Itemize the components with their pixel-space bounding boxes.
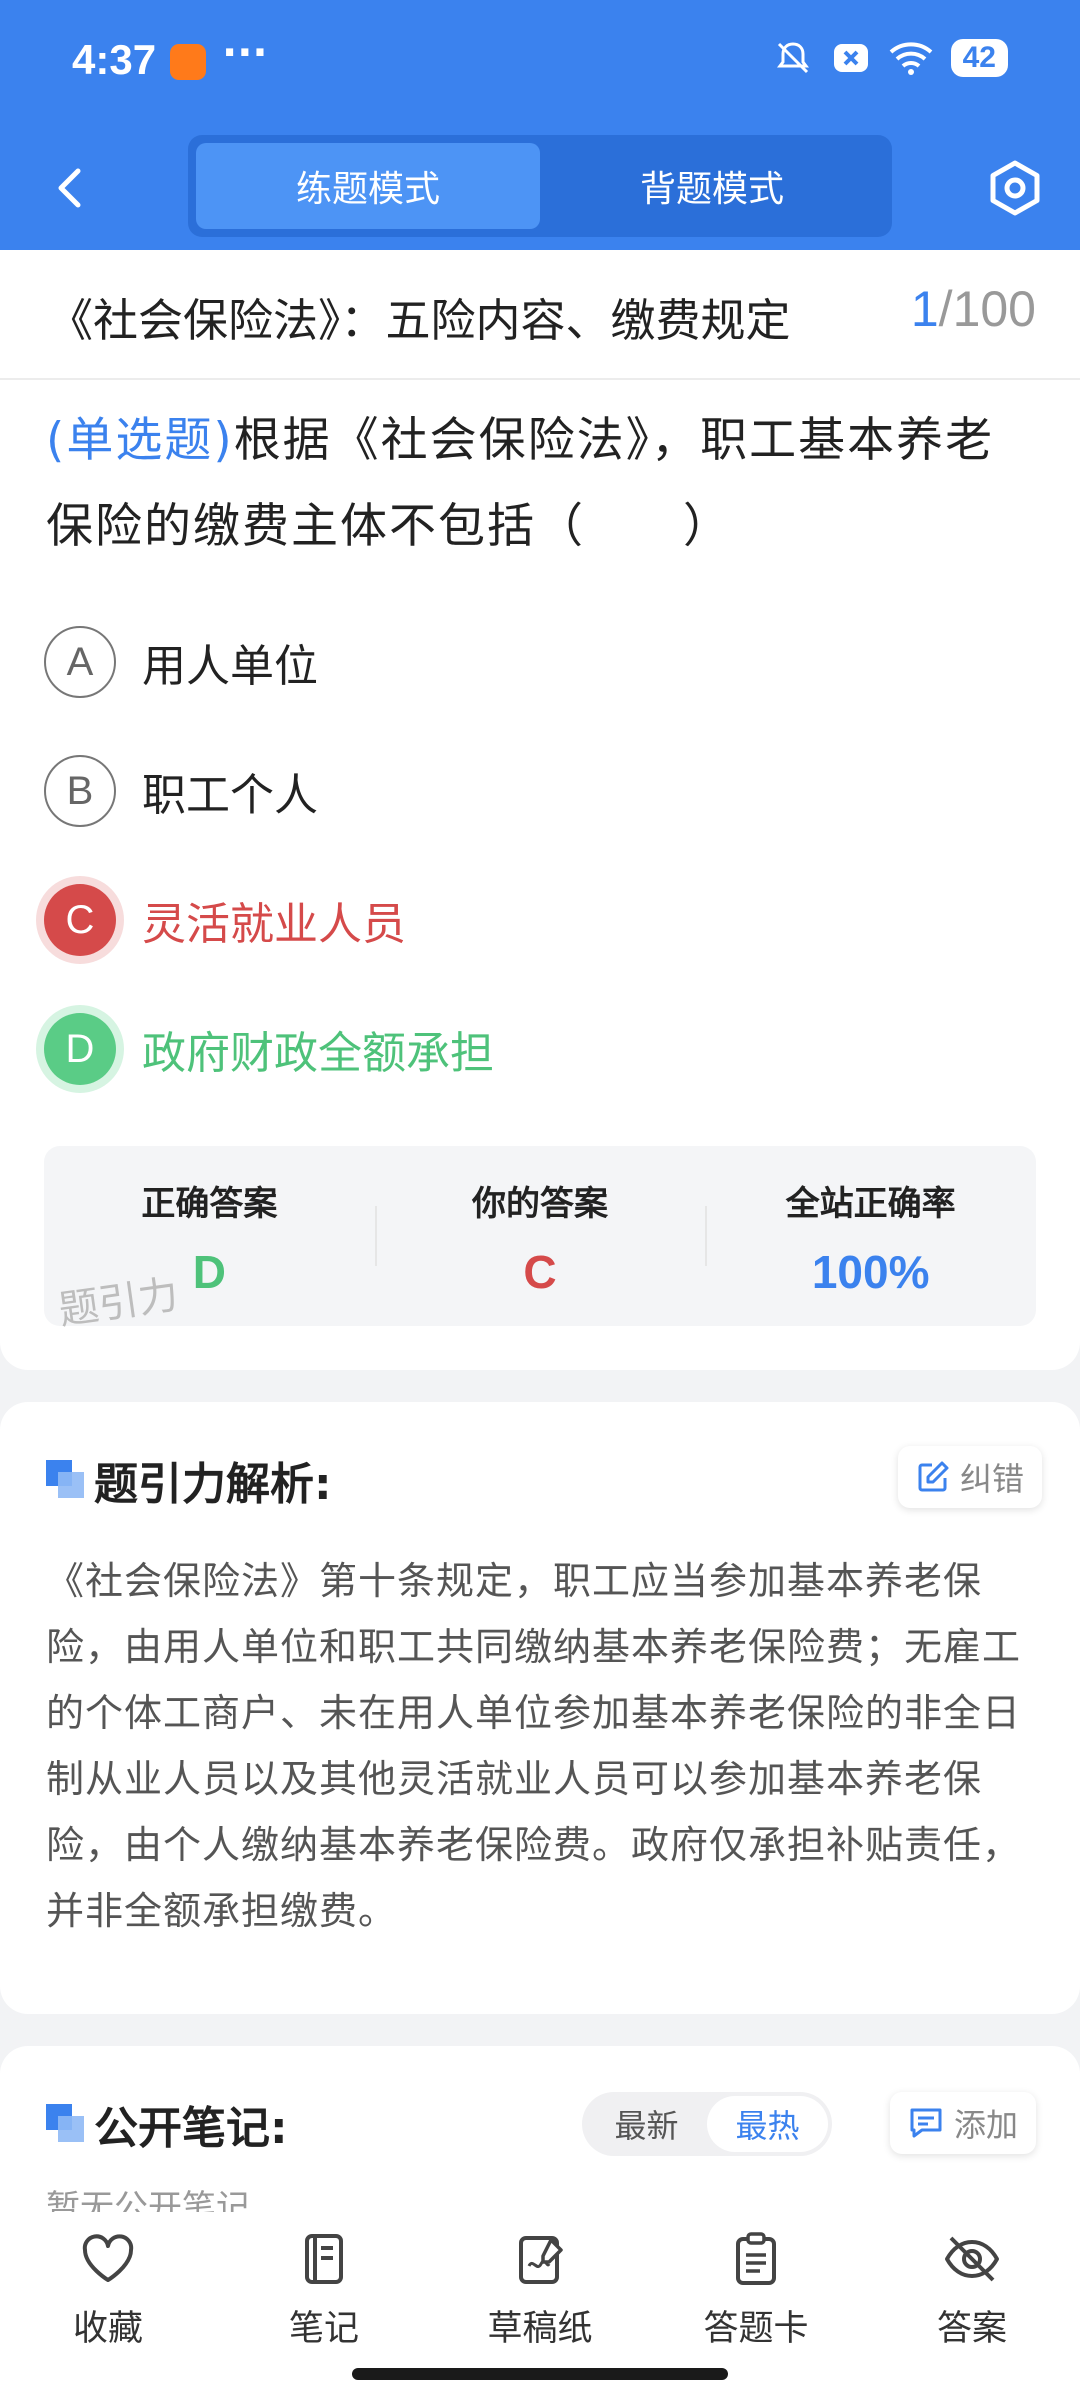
section-icon	[46, 2104, 84, 2142]
comment-icon	[910, 2108, 942, 2138]
question-text: (单选题)根据《社会保险法》，职工基本养老保险的缴费主体不包括（ ）	[46, 398, 1036, 570]
report-error-label: 纠错	[960, 1460, 1025, 1498]
your-answer-value: C	[523, 1246, 557, 1298]
site-accuracy-value: 100%	[811, 1246, 930, 1298]
chapter-title: 《社会保险法》：五险内容、缴费规定	[48, 294, 791, 347]
analysis-text: 《社会保险法》第十条规定，职工应当参加基本养老保险，由用人单位和职工共同缴纳基本…	[46, 1559, 1022, 1933]
option-text: 用人单位	[142, 641, 318, 692]
tab-notes-label: 笔记	[288, 2309, 359, 2349]
option-text: 灵活就业人员	[142, 899, 406, 950]
status-icons: 42	[773, 38, 1008, 78]
tab-notes[interactable]: 笔记	[244, 2230, 404, 2351]
option-letter: B	[44, 755, 116, 827]
your-answer: 你的答案 C	[374, 1146, 706, 1326]
mode-switcher: 练题模式 背题模式	[188, 135, 892, 237]
report-error-button[interactable]: 纠错	[898, 1446, 1043, 1508]
tab-answer-card-label: 答题卡	[703, 2309, 809, 2349]
settings-icon[interactable]	[986, 159, 1044, 217]
eye-off-icon	[945, 2236, 999, 2282]
option-a[interactable]: A 用人单位	[44, 626, 318, 698]
your-answer-label: 你的答案	[472, 1184, 608, 1224]
app-notification-icon	[170, 44, 206, 80]
total-count: /100	[938, 281, 1036, 337]
option-letter: D	[44, 1013, 116, 1085]
correct-answer-label: 正确答案	[141, 1184, 278, 1224]
add-note-button[interactable]: 添加	[890, 2092, 1037, 2154]
option-letter: A	[44, 626, 116, 698]
notebook-icon	[305, 2234, 343, 2284]
tab-memorize-mode[interactable]: 背题模式	[540, 143, 884, 229]
tab-answer-toggle-label: 答案	[936, 2309, 1007, 2349]
close-app-icon	[833, 44, 868, 72]
mute-icon	[776, 42, 809, 74]
add-note-label: 添加	[954, 2106, 1019, 2144]
analysis-title: 题引力解析:	[94, 1459, 332, 1510]
option-c[interactable]: C 灵活就业人员	[44, 884, 406, 956]
tab-answer-toggle[interactable]: 答案	[892, 2230, 1052, 2351]
status-bar: 4:37 ··· 42	[0, 0, 1080, 125]
option-text: 职工个人	[142, 770, 318, 821]
edit-icon	[918, 1461, 949, 1492]
heart-icon	[82, 2234, 134, 2282]
tab-draft[interactable]: 草稿纸	[460, 2230, 620, 2351]
option-b[interactable]: B 职工个人	[44, 755, 318, 827]
option-letter: C	[44, 884, 116, 956]
tab-draft-label: 草稿纸	[487, 2309, 593, 2349]
site-accuracy-label: 全站正确率	[785, 1184, 956, 1224]
wifi-icon	[889, 42, 932, 75]
site-accuracy: 全站正确率 100%	[705, 1146, 1036, 1326]
status-time: 4:37	[72, 36, 157, 83]
more-notifications: ···	[222, 30, 268, 76]
section-icon	[46, 1460, 84, 1498]
option-text: 政府财政全额承担	[142, 1028, 494, 1079]
notes-title: 公开笔记:	[94, 2103, 288, 2154]
tab-answer-card[interactable]: 答题卡	[676, 2230, 836, 2351]
answer-summary: 正确答案 D 你的答案 C 全站正确率 100%	[44, 1146, 1036, 1326]
draft-paper-icon	[519, 2236, 563, 2284]
battery-indicator: 42	[950, 39, 1008, 77]
tab-favorite[interactable]: 收藏	[28, 2230, 188, 2351]
nav-bar: 练题模式 背题模式	[0, 125, 1080, 250]
tab-practice-mode[interactable]: 练题模式	[196, 143, 540, 229]
current-index: 1	[910, 281, 939, 337]
tab-favorite-label: 收藏	[72, 2309, 143, 2349]
chapter-title-bar: 《社会保险法》：五险内容、缴费规定 1/100	[0, 250, 1080, 380]
back-icon[interactable]	[46, 163, 96, 213]
notes-sort-switcher: 最新 最热	[582, 2092, 832, 2156]
sort-newest[interactable]: 最新	[586, 2096, 707, 2152]
answer-card-icon	[736, 2232, 776, 2285]
question-counter[interactable]: 1/100	[911, 280, 1036, 338]
question-type: (单选题)	[46, 413, 234, 468]
sort-hottest[interactable]: 最热	[707, 2096, 828, 2152]
option-d[interactable]: D 政府财政全额承担	[44, 1013, 494, 1085]
home-indicator[interactable]	[352, 2368, 728, 2380]
